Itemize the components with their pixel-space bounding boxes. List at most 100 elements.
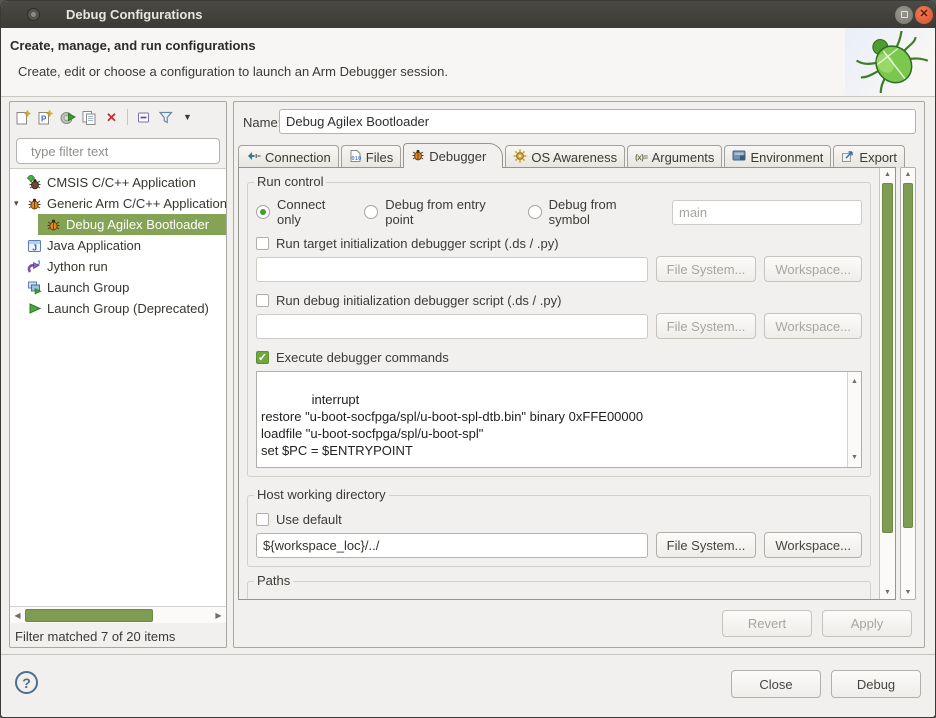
window-title: Debug Configurations xyxy=(66,7,203,22)
tree-item-launch-group[interactable]: Launch Group xyxy=(10,277,226,298)
duplicate-configuration-icon[interactable] xyxy=(80,108,99,127)
debug-entry-radio[interactable] xyxy=(364,205,378,219)
svg-text:J: J xyxy=(37,260,41,267)
target-script-path-input[interactable] xyxy=(256,257,648,282)
tree-item-jython[interactable]: J Jython run xyxy=(10,256,226,277)
connect-only-label: Connect only xyxy=(277,197,351,227)
host-directory-input[interactable] xyxy=(256,533,648,558)
host-workspace-button[interactable]: Workspace... xyxy=(764,532,862,558)
configurations-sidebar: P ✕ ▼ xyxy=(9,101,227,648)
target-workspace-button[interactable]: Workspace... xyxy=(764,256,862,282)
close-button[interactable]: Close xyxy=(731,670,821,698)
tree-item-debug-agilex[interactable]: Debug Agilex Bootloader xyxy=(38,214,226,235)
tab-label: Environment xyxy=(750,150,823,165)
jython-icon: J xyxy=(27,259,43,274)
filter-input[interactable] xyxy=(16,138,220,164)
filter-status-text: Filter matched 7 of 20 items xyxy=(15,629,175,644)
new-configuration-icon[interactable] xyxy=(14,108,33,127)
tree-item-launch-group-deprecated[interactable]: Launch Group (Deprecated) xyxy=(10,298,226,319)
name-input[interactable] xyxy=(279,109,916,134)
name-label: Name: xyxy=(243,115,281,130)
configuration-editor: Name: Connection 010 Files Debugger OS xyxy=(233,101,925,648)
expander-icon[interactable]: ▾ xyxy=(14,198,27,209)
tree-item-java[interactable]: J Java Application xyxy=(10,235,226,256)
debug-symbol-radio[interactable] xyxy=(528,205,542,219)
scroll-down-icon[interactable]: ▼ xyxy=(848,449,861,466)
execute-commands-label: Execute debugger commands xyxy=(276,350,449,365)
arguments-icon: (x)= xyxy=(635,153,647,162)
symbol-input[interactable] xyxy=(672,200,862,225)
run-arrow-icon xyxy=(27,301,43,316)
tab-arguments[interactable]: (x)= Arguments xyxy=(627,145,722,168)
tab-panel-scrollbar[interactable]: ▲ ▼ xyxy=(879,168,895,599)
host-file-system-button[interactable]: File System... xyxy=(656,532,757,558)
scroll-up-icon[interactable]: ▲ xyxy=(880,171,895,178)
tab-label: Files xyxy=(366,150,393,165)
use-default-checkbox[interactable] xyxy=(256,513,269,526)
tab-os-awareness[interactable]: OS Awareness xyxy=(505,145,625,168)
window-menu-icon[interactable] xyxy=(27,8,40,21)
tree-item-label: Launch Group xyxy=(47,280,129,295)
scrollbar-thumb[interactable] xyxy=(903,183,913,528)
maximize-icon xyxy=(901,11,908,18)
export-configurations-icon[interactable] xyxy=(58,108,77,127)
configurations-tree: CMSIS C/C++ Application ▾ Generic Arm C/… xyxy=(10,168,226,606)
scroll-right-icon[interactable]: ▶ xyxy=(211,611,226,620)
scroll-up-icon[interactable]: ▲ xyxy=(848,373,861,390)
debug-script-label: Run debug initialization debugger script… xyxy=(276,293,561,308)
scroll-left-icon[interactable]: ◀ xyxy=(10,611,25,620)
revert-button[interactable]: Revert xyxy=(722,610,812,637)
debug-script-checkbox[interactable] xyxy=(256,294,269,307)
debug-script-path-input[interactable] xyxy=(256,314,648,339)
debug-workspace-button[interactable]: Workspace... xyxy=(764,313,862,339)
tree-item-label: CMSIS C/C++ Application xyxy=(47,175,196,190)
target-script-checkbox[interactable] xyxy=(256,237,269,250)
debug-file-system-button[interactable]: File System... xyxy=(656,313,757,339)
tab-label: OS Awareness xyxy=(531,150,617,165)
target-file-system-button[interactable]: File System... xyxy=(656,256,757,282)
commands-scrollbar[interactable]: ▲ ▼ xyxy=(847,372,861,467)
scroll-down-icon[interactable]: ▼ xyxy=(901,589,915,596)
debugger-bug-icon xyxy=(411,148,425,165)
tree-horizontal-scrollbar[interactable]: ◀ ▶ xyxy=(10,606,226,623)
close-window-button[interactable]: ✕ xyxy=(915,6,933,24)
tab-connection[interactable]: Connection xyxy=(238,145,339,168)
debug-button[interactable]: Debug xyxy=(831,670,921,698)
tree-item-generic-arm[interactable]: ▾ Generic Arm C/C++ Application xyxy=(10,193,226,214)
collapse-all-icon[interactable] xyxy=(134,108,153,127)
editor-scrollbar[interactable]: ▲ ▼ xyxy=(900,167,916,600)
titlebar[interactable]: Debug Configurations ✕ xyxy=(1,1,935,28)
use-default-label: Use default xyxy=(276,512,342,527)
launch-group-icon xyxy=(27,280,43,295)
delete-configuration-icon[interactable]: ✕ xyxy=(102,108,121,127)
filter-icon[interactable] xyxy=(156,108,175,127)
new-prototype-icon[interactable]: P xyxy=(36,108,55,127)
maximize-button[interactable] xyxy=(895,6,913,24)
toolbar-separator xyxy=(127,109,128,125)
tree-item-cmsis[interactable]: CMSIS C/C++ Application xyxy=(10,172,226,193)
view-menu-icon[interactable]: ▼ xyxy=(178,108,197,127)
export-icon xyxy=(841,149,855,166)
scrollbar-thumb[interactable] xyxy=(25,609,153,622)
target-script-label: Run target initialization debugger scrip… xyxy=(276,236,559,251)
debugger-commands-textarea[interactable]: interrupt restore "u-boot-socfpga/spl/u-… xyxy=(256,371,862,468)
tab-debugger[interactable]: Debugger xyxy=(403,143,503,168)
scroll-up-icon[interactable]: ▲ xyxy=(901,171,915,178)
tab-label: Export xyxy=(859,150,897,165)
apply-button[interactable]: Apply xyxy=(822,610,912,637)
scrollbar-thumb[interactable] xyxy=(882,183,893,533)
debugger-commands-text: interrupt restore "u-boot-socfpga/spl/u-… xyxy=(261,392,643,458)
execute-commands-checkbox[interactable]: ✓ xyxy=(256,351,269,364)
run-control-group: Run control Connect only Debug from entr… xyxy=(247,182,871,477)
tab-files[interactable]: 010 Files xyxy=(341,145,401,168)
tab-label: Connection xyxy=(265,150,331,165)
tree-item-label: Generic Arm C/C++ Application xyxy=(47,196,226,211)
help-button[interactable]: ? xyxy=(15,671,38,694)
tab-environment[interactable]: Environment xyxy=(724,145,831,168)
scroll-down-icon[interactable]: ▼ xyxy=(880,589,895,596)
debug-configurations-dialog: Debug Configurations ✕ Create, manage, a… xyxy=(0,0,936,718)
dialog-footer: ? Close Debug xyxy=(1,654,935,717)
connect-only-radio[interactable] xyxy=(256,205,270,219)
tab-export[interactable]: Export xyxy=(833,145,905,168)
debug-entry-label: Debug from entry point xyxy=(385,197,514,227)
